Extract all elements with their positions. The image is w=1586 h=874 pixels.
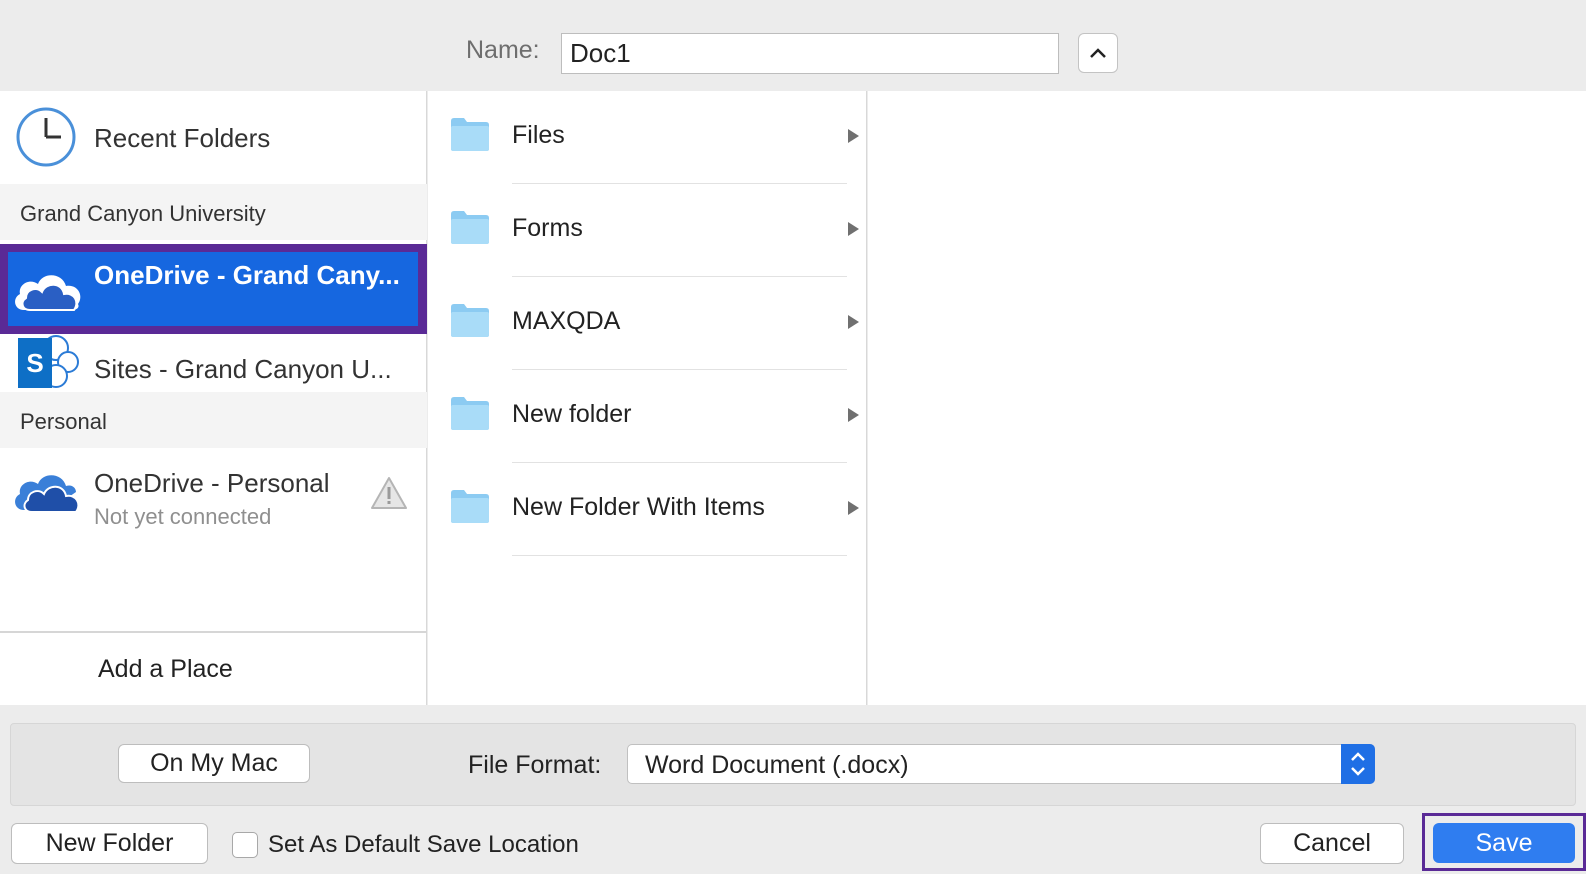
folder-icon (451, 211, 489, 244)
file-format-value: Word Document (.docx) (645, 751, 909, 779)
default-location-label: Set As Default Save Location (268, 831, 579, 858)
disclosure-arrow-icon (848, 129, 859, 143)
file-format-label: File Format: (468, 751, 602, 779)
chevron-up-icon (1090, 48, 1106, 58)
folder-icon (451, 118, 489, 151)
sidebar-item-label: OneDrive - Grand Cany... (94, 260, 400, 290)
sidebar-item-onedrive-personal[interactable]: OneDrive - Personal Not yet connected (0, 448, 427, 538)
folder-item-new-folder[interactable]: New folder (428, 370, 867, 463)
sidebar-item-onedrive-grand-canyon[interactable]: OneDrive - Grand Cany... (0, 244, 427, 334)
row-divider (512, 555, 847, 556)
section-header-personal: Personal (0, 392, 427, 448)
folder-name: MAXQDA (512, 307, 621, 335)
sidebar-item-label: Sites - Grand Canyon U... (94, 354, 392, 384)
connection-status: Not yet connected (94, 504, 272, 529)
sidebar-item-sites-grand-canyon[interactable]: S Sites - Grand Canyon U... (0, 334, 427, 392)
name-label: Name: (466, 36, 540, 64)
disclosure-arrow-icon (848, 501, 859, 515)
clock-icon (16, 107, 76, 167)
chevron-updown-icon (1351, 752, 1365, 776)
folder-icon (451, 304, 489, 337)
save-button-highlight: Save (1422, 813, 1586, 871)
folder-name: Forms (512, 214, 583, 242)
folder-item-files[interactable]: Files (428, 91, 867, 184)
folder-icon (451, 490, 489, 523)
folder-item-maxqda[interactable]: MAXQDA (428, 277, 867, 370)
file-name-input[interactable] (561, 33, 1059, 74)
section-header-grand-canyon: Grand Canyon University (0, 184, 427, 240)
places-sidebar: Recent Folders Grand Canyon University O… (0, 91, 427, 705)
sidebar-item-label: OneDrive - Personal (94, 468, 330, 498)
name-bar: Name: (0, 0, 1586, 91)
warning-icon (371, 477, 407, 509)
default-location-checkbox[interactable] (232, 832, 258, 858)
sidebar-item-recent-folders[interactable]: Recent Folders (0, 91, 427, 184)
onedrive-cloud-icon (15, 275, 81, 311)
new-folder-button[interactable]: New Folder (11, 823, 208, 864)
section-header-label: Personal (20, 409, 107, 434)
add-place-label: Add a Place (98, 655, 233, 683)
detail-column (868, 91, 1586, 705)
svg-text:S: S (26, 348, 43, 378)
folder-icon (451, 397, 489, 430)
save-button[interactable]: Save (1433, 823, 1575, 863)
on-my-mac-button[interactable]: On My Mac (118, 744, 310, 783)
sharepoint-icon: S (18, 335, 79, 388)
sidebar-item-label: Recent Folders (94, 123, 271, 153)
folder-item-forms[interactable]: Forms (428, 184, 867, 277)
folder-name: New folder (512, 400, 632, 428)
folder-item-new-folder-with-items[interactable]: New Folder With Items (428, 463, 867, 556)
disclosure-arrow-icon (848, 222, 859, 236)
collapse-dialog-button[interactable] (1078, 33, 1118, 73)
folder-name: Files (512, 121, 565, 149)
select-stepper (1341, 744, 1375, 784)
file-format-select[interactable]: Word Document (.docx) (627, 744, 1375, 784)
disclosure-arrow-icon (848, 315, 859, 329)
disclosure-arrow-icon (848, 408, 859, 422)
add-a-place-button[interactable]: Add a Place (0, 631, 427, 705)
onedrive-cloud-icon (15, 475, 80, 513)
section-header-label: Grand Canyon University (20, 201, 266, 226)
folder-name: New Folder With Items (512, 493, 765, 521)
folder-list: Files Forms MAXQDA New folder New Folder… (428, 91, 867, 705)
cancel-button[interactable]: Cancel (1260, 823, 1404, 864)
selection-highlight: OneDrive - Grand Cany... (8, 252, 418, 326)
